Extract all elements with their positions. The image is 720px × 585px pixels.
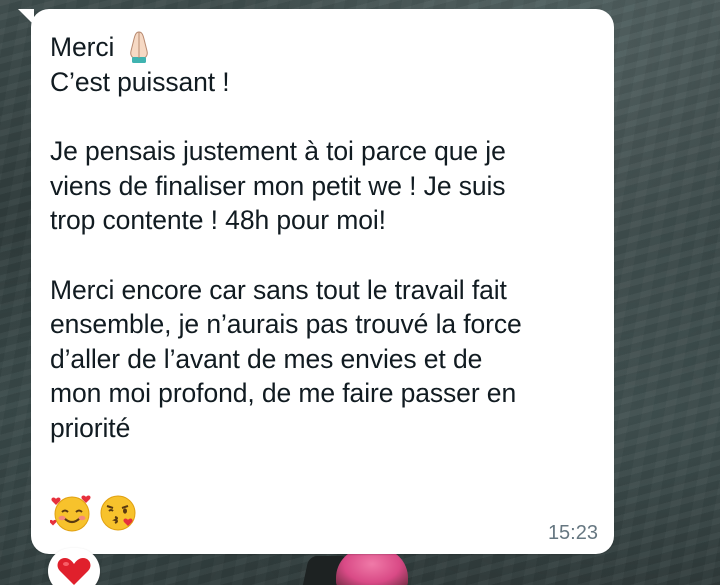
message-line: C’est puissant !	[50, 67, 230, 97]
face-blowing-kiss-icon	[100, 495, 136, 531]
message-line: Merci encore car sans tout le travail fa…	[50, 274, 507, 305]
folded-hands-icon	[130, 31, 149, 63]
message-line: priorité	[50, 412, 131, 443]
message-line: Merci	[50, 31, 115, 62]
message-timestamp: 15:23	[547, 522, 598, 544]
message-line: ensemble, je n’aurais pas trouvé la forc…	[50, 309, 522, 340]
message-line: trop contente ! 48h pour moi!	[50, 205, 386, 236]
incoming-message-bubble[interactable]: Merci C’est puissant ! Je pensais justem…	[31, 9, 614, 554]
message-first-line: Merci	[50, 29, 594, 65]
message-line: d’aller de l’avant de mes envies et de	[50, 343, 483, 374]
message-line: mon moi profond, de me faire passer en	[50, 378, 517, 409]
red-heart-icon	[57, 558, 91, 585]
message-line: viens de finaliser mon petit we ! Je sui…	[50, 170, 506, 201]
smiling-face-with-hearts-icon	[50, 495, 91, 532]
emoji-row	[50, 491, 140, 535]
reaction-badge[interactable]	[48, 548, 100, 585]
message-line: Je pensais justement à toi parce que je	[50, 136, 506, 167]
